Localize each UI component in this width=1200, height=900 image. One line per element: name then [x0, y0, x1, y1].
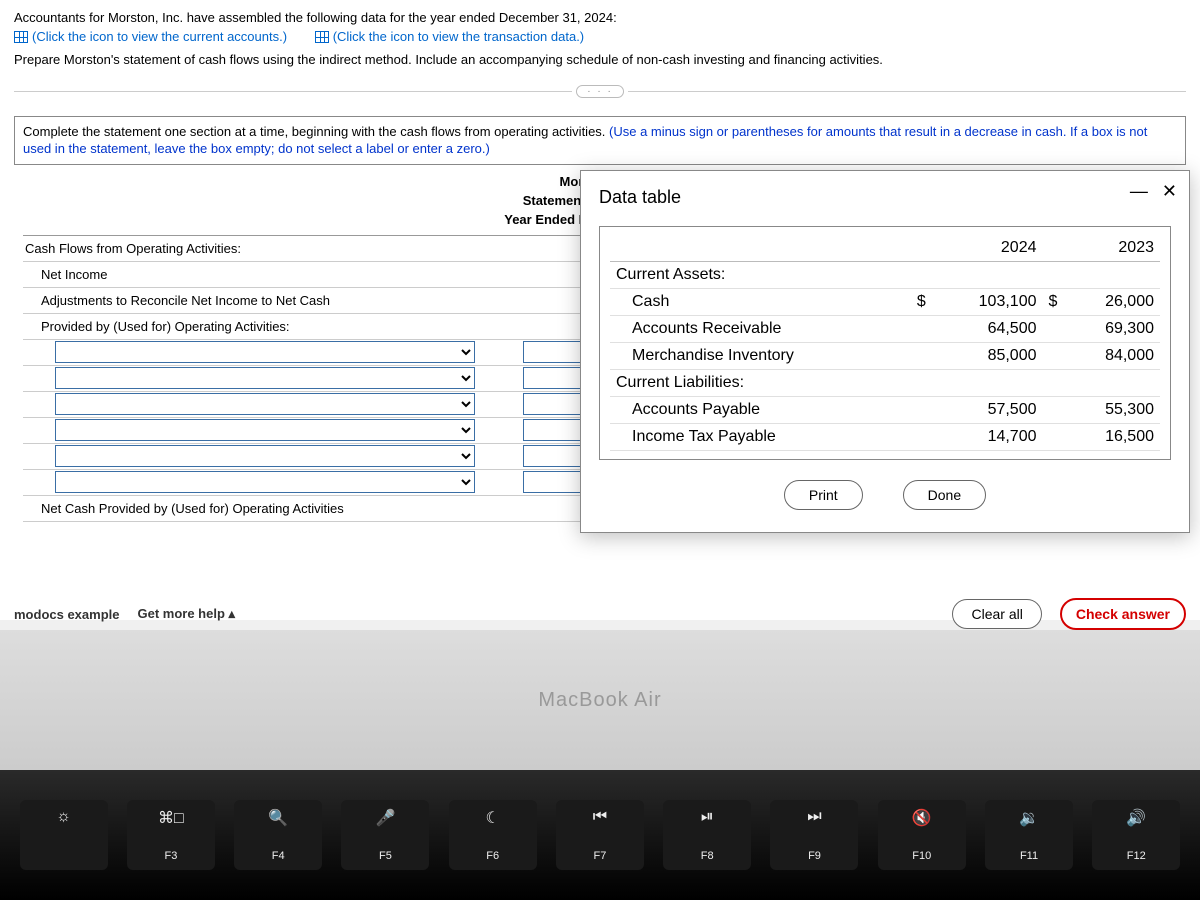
footer-modocs[interactable]: modocs example [14, 607, 120, 622]
macbook-label: MacBook Air [538, 689, 661, 712]
problem-line-1: Accountants for Morston, Inc. have assem… [14, 10, 1186, 25]
minimize-icon[interactable]: — [1130, 181, 1148, 202]
cash-2024: 103,100 [932, 289, 1043, 316]
instruction-plain: Complete the statement one section at a … [23, 124, 609, 139]
row-cash-label: Cash [610, 289, 911, 316]
adj-item-2-select[interactable] [55, 367, 475, 389]
adj-item-1-select[interactable] [55, 341, 475, 363]
cash-2023-prefix: $ [1043, 289, 1064, 316]
page: Accountants for Morston, Inc. have assem… [0, 0, 1200, 620]
function-key: 🔉F11 [985, 800, 1073, 870]
itp-2024: 14,700 [932, 424, 1043, 451]
net-income-label: Net Income [23, 263, 523, 286]
ar-2023: 69,300 [1063, 316, 1160, 343]
adj-item-5-select[interactable] [55, 445, 475, 467]
function-key: ☾F6 [449, 800, 537, 870]
row-itp-label: Income Tax Payable [610, 424, 911, 451]
data-table-dialog: — ✕ Data table 2024 2023 Current Assets:… [580, 170, 1190, 533]
view-transactions-link[interactable]: (Click the icon to view the transaction … [315, 29, 584, 44]
col-2023: 2023 [1063, 235, 1160, 262]
cash-2023: 26,000 [1063, 289, 1160, 316]
inv-2024: 85,000 [932, 343, 1043, 370]
clear-all-button[interactable]: Clear all [952, 599, 1041, 629]
inv-2023: 84,000 [1063, 343, 1160, 370]
row-current-liab: Current Liabilities: [610, 370, 911, 397]
function-key: 🎤F5 [341, 800, 429, 870]
row-current-assets: Current Assets: [610, 262, 911, 289]
view-transactions-label: (Click the icon to view the transaction … [333, 29, 584, 44]
itp-2023: 16,500 [1063, 424, 1160, 451]
row-ar-label: Accounts Receivable [610, 316, 911, 343]
row-inv-label: Merchandise Inventory [610, 343, 911, 370]
table-icon [315, 31, 329, 43]
adj-item-6-select[interactable] [55, 471, 475, 493]
check-answer-button[interactable]: Check answer [1060, 598, 1186, 630]
adj-item-4-select[interactable] [55, 419, 475, 441]
net-cash-label: Net Cash Provided by (Used for) Operatin… [23, 497, 523, 520]
ap-2024: 57,500 [932, 397, 1043, 424]
ap-2023: 55,300 [1063, 397, 1160, 424]
ar-2024: 64,500 [932, 316, 1043, 343]
adj-item-3-select[interactable] [55, 393, 475, 415]
function-key: ⏭F9 [770, 800, 858, 870]
adjust-line1: Adjustments to Reconcile Net Income to N… [23, 289, 523, 312]
function-key: ⏮F7 [556, 800, 644, 870]
table-icon [14, 31, 28, 43]
dialog-title: Data table [599, 187, 1171, 208]
icon-links-row: (Click the icon to view the current acco… [14, 29, 1186, 46]
cash-2024-prefix: $ [911, 289, 932, 316]
balance-table: 2024 2023 Current Assets: Cash $ 103,100… [599, 226, 1171, 460]
function-key: 🔊F12 [1092, 800, 1180, 870]
macbook-bezel: MacBook Air [0, 630, 1200, 770]
print-button[interactable]: Print [784, 480, 863, 510]
function-key: 🔇F10 [878, 800, 966, 870]
section-heading: Cash Flows from Operating Activities: [23, 237, 523, 260]
function-key: ⌘□F3 [127, 800, 215, 870]
col-2024: 2024 [932, 235, 1043, 262]
divider-dots: · · · [576, 85, 624, 98]
get-more-help[interactable]: Get more help ▴ [138, 606, 236, 622]
keyboard: ☼ ⌘□F3 🔍F4 🎤F5 ☾F6 ⏮F7 ⏯F8 ⏭F9 🔇F10 🔉F11 🔊F12 [0, 770, 1200, 900]
row-ap-label: Accounts Payable [610, 397, 911, 424]
section-divider: · · · [14, 85, 1186, 98]
close-icon[interactable]: ✕ [1162, 181, 1177, 202]
done-button[interactable]: Done [903, 480, 986, 510]
view-accounts-label: (Click the icon to view the current acco… [32, 29, 287, 44]
view-accounts-link[interactable]: (Click the icon to view the current acco… [14, 29, 287, 44]
function-key: ☼ [20, 800, 108, 870]
adjust-line2: Provided by (Used for) Operating Activit… [23, 315, 523, 338]
function-key: 🔍F4 [234, 800, 322, 870]
function-key: ⏯F8 [663, 800, 751, 870]
task-line: Prepare Morston's statement of cash flow… [14, 52, 1186, 67]
instruction-box: Complete the statement one section at a … [14, 116, 1186, 165]
